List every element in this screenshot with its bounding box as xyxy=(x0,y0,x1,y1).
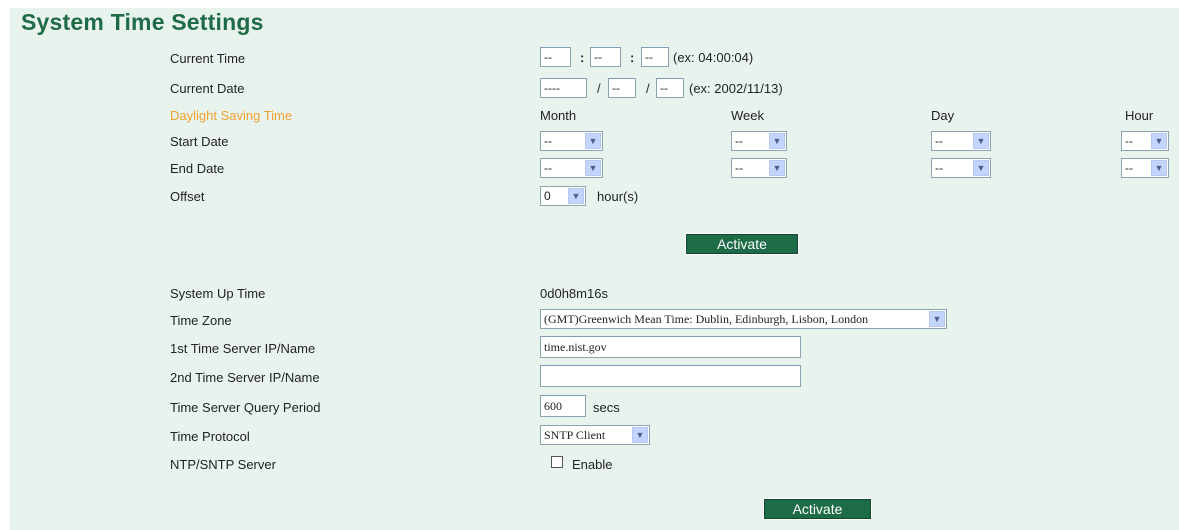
date-separator: / xyxy=(597,81,601,96)
time-server-2-label: 2nd Time Server IP/Name xyxy=(170,370,320,385)
start-hour-value: -- xyxy=(1125,134,1133,148)
dst-column-week: Week xyxy=(731,108,764,123)
current-time-label: Current Time xyxy=(170,51,246,66)
query-period-input[interactable]: 600 xyxy=(540,395,586,417)
time-zone-select[interactable]: (GMT)Greenwich Mean Time: Dublin, Edinbu… xyxy=(540,309,947,329)
current-date-day-input[interactable]: -- xyxy=(656,78,684,98)
current-date-example: (ex: 2002/11/13) xyxy=(689,81,783,96)
end-hour-select[interactable]: -- ▼ xyxy=(1121,158,1169,178)
start-week-select[interactable]: -- ▼ xyxy=(731,131,787,151)
ntp-enable-label: Enable xyxy=(572,457,613,472)
offset-label: Offset xyxy=(170,189,205,204)
current-time-example: (ex: 04:00:04) xyxy=(673,50,754,65)
chevron-down-icon: ▼ xyxy=(585,160,601,176)
chevron-down-icon: ▼ xyxy=(1151,133,1167,149)
chevron-down-icon: ▼ xyxy=(929,311,945,327)
time-zone-value: (GMT)Greenwich Mean Time: Dublin, Edinbu… xyxy=(544,312,869,326)
start-hour-select[interactable]: -- ▼ xyxy=(1121,131,1169,151)
end-day-select[interactable]: -- ▼ xyxy=(931,158,991,178)
ntp-enable-checkbox[interactable] xyxy=(551,456,563,468)
chevron-down-icon: ▼ xyxy=(769,160,785,176)
ntp-server-label: NTP/SNTP Server xyxy=(170,457,276,472)
start-day-select[interactable]: -- ▼ xyxy=(931,131,991,151)
start-week-value: -- xyxy=(735,134,743,148)
end-date-label: End Date xyxy=(170,161,225,176)
activate-button-time[interactable]: Activate xyxy=(685,233,799,255)
start-month-select[interactable]: -- ▼ xyxy=(540,131,603,151)
query-period-unit: secs xyxy=(593,400,620,415)
current-date-year-input[interactable]: ---- xyxy=(540,78,587,98)
time-separator: : xyxy=(630,50,635,65)
start-day-value: -- xyxy=(935,134,943,148)
dst-label: Daylight Saving Time xyxy=(170,108,293,123)
time-server-2-input[interactable] xyxy=(540,365,801,387)
end-month-select[interactable]: -- ▼ xyxy=(540,158,603,178)
end-month-value: -- xyxy=(544,161,552,175)
chevron-down-icon: ▼ xyxy=(973,133,989,149)
dst-column-hour: Hour xyxy=(1125,108,1154,123)
current-date-label: Current Date xyxy=(170,81,245,96)
chevron-down-icon: ▼ xyxy=(973,160,989,176)
activate-button-server[interactable]: Activate xyxy=(763,498,872,520)
time-protocol-select[interactable]: SNTP Client ▼ xyxy=(540,425,650,445)
end-week-value: -- xyxy=(735,161,743,175)
offset-unit: hour(s) xyxy=(597,189,639,204)
start-month-value: -- xyxy=(544,134,552,148)
time-protocol-value: SNTP Client xyxy=(544,428,606,442)
system-up-time-label: System Up Time xyxy=(170,286,266,301)
current-time-minute-input[interactable]: -- xyxy=(590,47,621,67)
time-separator: : xyxy=(580,50,585,65)
start-date-label: Start Date xyxy=(170,134,229,149)
time-zone-label: Time Zone xyxy=(170,313,232,328)
query-period-label: Time Server Query Period xyxy=(170,400,321,415)
current-date-month-input[interactable]: -- xyxy=(608,78,636,98)
dst-column-month: Month xyxy=(540,108,577,123)
chevron-down-icon: ▼ xyxy=(585,133,601,149)
end-day-value: -- xyxy=(935,161,943,175)
end-hour-value: -- xyxy=(1125,161,1133,175)
time-server-1-input[interactable]: time.nist.gov xyxy=(540,336,801,358)
chevron-down-icon: ▼ xyxy=(632,427,648,443)
dst-column-day: Day xyxy=(931,108,955,123)
offset-value: 0 xyxy=(544,189,551,203)
date-separator: / xyxy=(646,81,650,96)
time-server-1-label: 1st Time Server IP/Name xyxy=(170,341,316,356)
chevron-down-icon: ▼ xyxy=(769,133,785,149)
end-week-select[interactable]: -- ▼ xyxy=(731,158,787,178)
current-time-hour-input[interactable]: -- xyxy=(540,47,571,67)
chevron-down-icon: ▼ xyxy=(1151,160,1167,176)
current-time-second-input[interactable]: -- xyxy=(641,47,669,67)
time-protocol-label: Time Protocol xyxy=(170,429,250,444)
system-up-time-value: 0d0h8m16s xyxy=(540,286,608,301)
chevron-down-icon: ▼ xyxy=(568,188,584,204)
page-title: System Time Settings xyxy=(21,9,264,35)
offset-select[interactable]: 0 ▼ xyxy=(540,186,586,206)
